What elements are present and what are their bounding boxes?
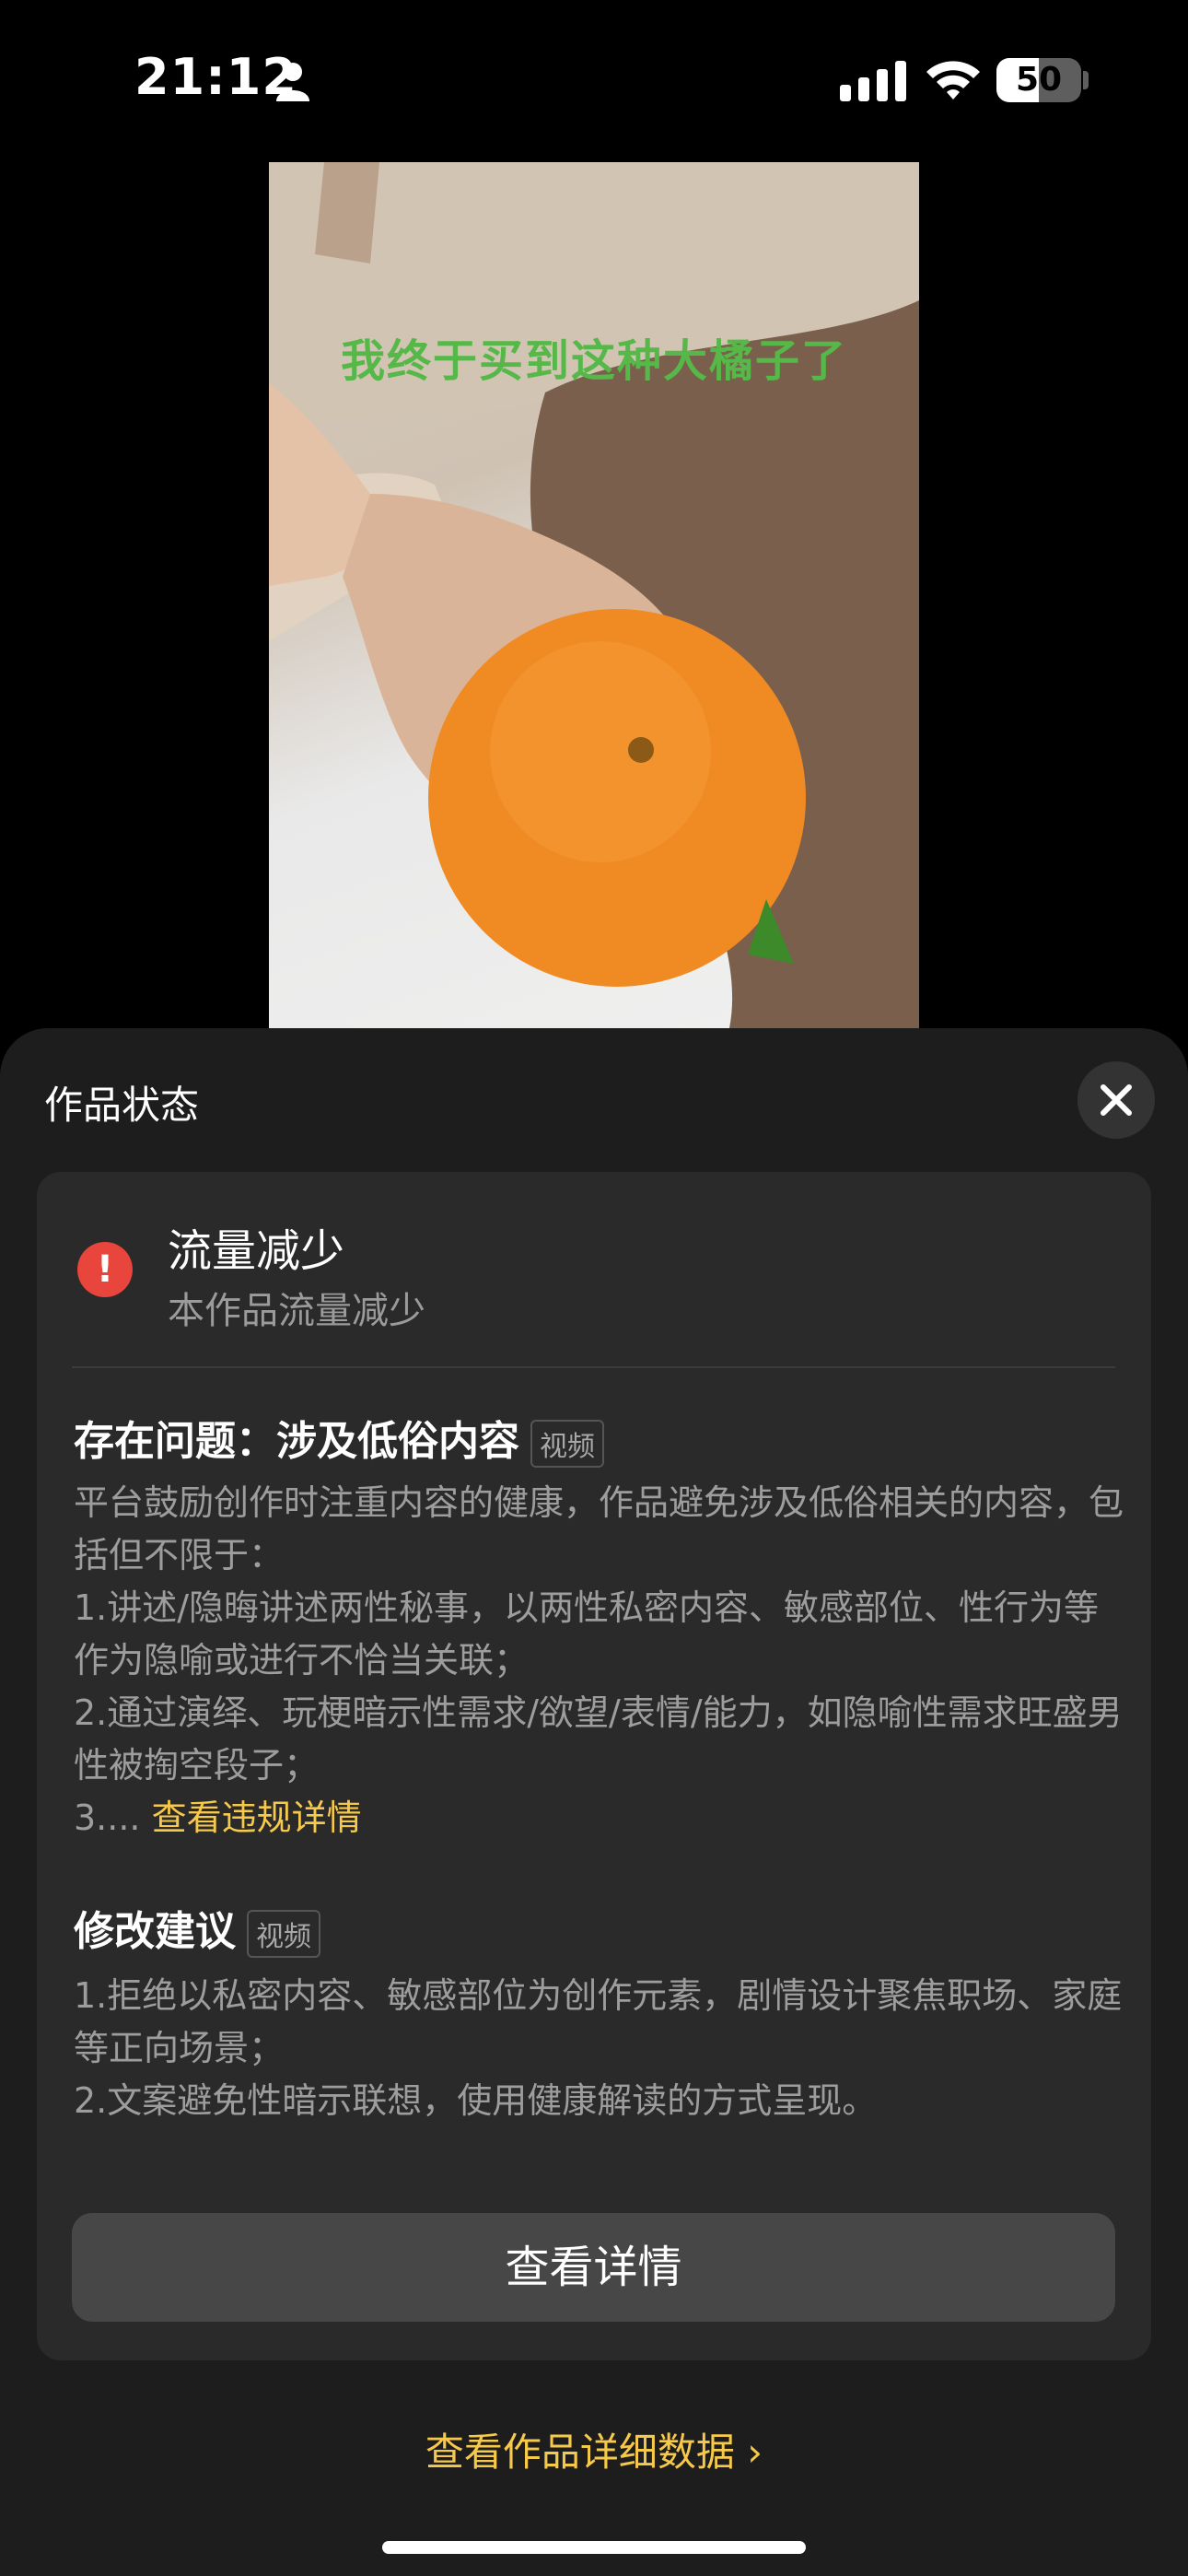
problem-heading: 存在问题：涉及低俗内容 视频 <box>74 1408 604 1468</box>
problem-description: 平台鼓励创作时注重内容的健康，作品避免涉及低俗相关的内容，包括但不限于： 1.讲… <box>74 1477 1124 1844</box>
video-preview[interactable]: 我终于买到这种大橘子了 <box>269 162 919 1028</box>
problem-line: 2.通过演绎、玩梗暗示性需求/欲望/表情/能力，如隐喻性需求旺盛男性被掏空段子； <box>74 1692 1123 1786</box>
warning-icon: ! <box>77 1242 133 1297</box>
close-icon <box>1101 1084 1132 1116</box>
clock: 21:12 <box>134 48 297 106</box>
close-button[interactable] <box>1077 1061 1155 1139</box>
cellular-signal-icon <box>840 61 906 101</box>
view-details-button[interactable]: 查看详情 <box>72 2213 1115 2322</box>
status-subtitle: 本作品流量减少 <box>168 1290 425 1332</box>
battery-percent: 50 <box>1015 61 1063 99</box>
suggestion-line: 1.拒绝以私密内容、敏感部位为创作元素，剧情设计聚焦职场、家庭等正向场景； <box>74 1975 1123 2068</box>
home-indicator[interactable] <box>382 2541 806 2554</box>
suggestion-title: 修改建议 <box>74 1908 236 1955</box>
video-caption: 我终于买到这种大橘子了 <box>340 335 847 387</box>
status-bar: 21:12 50 <box>0 0 1188 157</box>
suggestion-heading: 修改建议 视频 <box>74 1898 320 1958</box>
problem-line: 1.讲述/隐晦讲述两性秘事，以两性私密内容、敏感部位、性行为等作为隐喻或进行不恰… <box>74 1587 1100 1680</box>
video-scene <box>269 162 919 1028</box>
suggestion-line: 2.文案避免性暗示联想，使用健康解读的方式呈现。 <box>74 2080 878 2121</box>
suggestion-tag: 视频 <box>247 1910 320 1958</box>
wifi-icon <box>926 61 980 100</box>
sheet-title: 作品状态 <box>44 1083 200 1128</box>
battery-indicator: 50 <box>996 58 1081 102</box>
person-icon <box>276 63 309 101</box>
suggestion-description: 1.拒绝以私密内容、敏感部位为创作元素，剧情设计聚焦职场、家庭等正向场景； 2.… <box>74 1970 1124 2127</box>
violation-detail-link[interactable]: 查看违规详情 <box>152 1797 362 1838</box>
divider <box>72 1366 1115 1368</box>
problem-ellipsis: 3.... <box>74 1797 152 1838</box>
problem-tag: 视频 <box>530 1420 604 1468</box>
problem-title: 存在问题：涉及低俗内容 <box>74 1418 519 1465</box>
problem-line: 平台鼓励创作时注重内容的健康，作品避免涉及低俗相关的内容，包括但不限于： <box>74 1482 1124 1575</box>
status-title: 流量减少 <box>168 1225 345 1277</box>
battery-cap <box>1083 71 1089 89</box>
problem-line: 3.... 查看违规详情 <box>74 1792 1124 1844</box>
view-work-data-link[interactable]: 查看作品详细数据 › <box>0 2421 1188 2477</box>
